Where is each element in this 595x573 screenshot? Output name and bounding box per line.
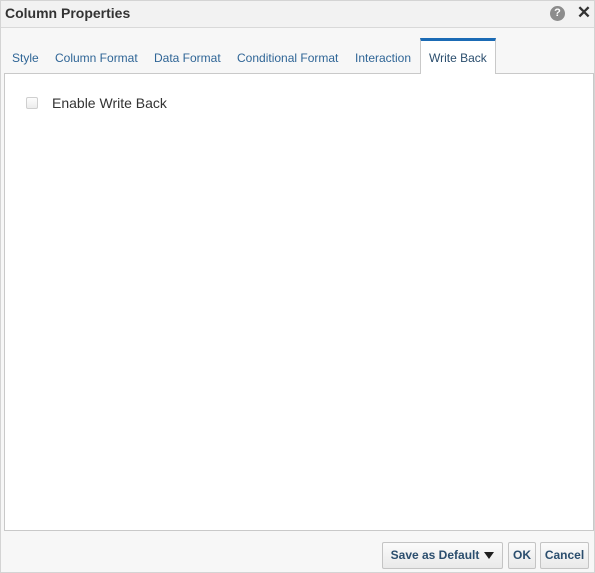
enable-write-back-label: Enable Write Back	[52, 95, 167, 111]
dialog-title: Column Properties	[5, 5, 131, 21]
enable-write-back-checkbox[interactable]	[26, 97, 38, 109]
ok-button[interactable]: OK	[508, 542, 536, 569]
column-properties-dialog: Column Properties ? ✕ Style Column Forma…	[0, 0, 595, 573]
dropdown-caret-icon	[484, 552, 495, 559]
tab-write-back[interactable]: Write Back	[420, 38, 496, 74]
cancel-button[interactable]: Cancel	[540, 542, 589, 569]
tab-style[interactable]: Style	[12, 39, 39, 74]
save-as-default-label: Save as Default	[390, 548, 480, 562]
tab-bar: Style Column Format Data Format Conditio…	[4, 38, 594, 74]
tab-conditional-format[interactable]: Conditional Format	[237, 39, 338, 74]
write-back-panel: Enable Write Back	[4, 73, 594, 531]
dialog-titlebar: Column Properties ? ✕	[1, 1, 594, 28]
save-as-default-button[interactable]: Save as Default	[382, 542, 503, 569]
help-icon[interactable]: ?	[550, 6, 565, 21]
tab-interaction[interactable]: Interaction	[355, 39, 411, 74]
tab-column-format[interactable]: Column Format	[55, 39, 138, 74]
tab-data-format[interactable]: Data Format	[154, 39, 221, 74]
close-icon[interactable]: ✕	[575, 2, 593, 24]
